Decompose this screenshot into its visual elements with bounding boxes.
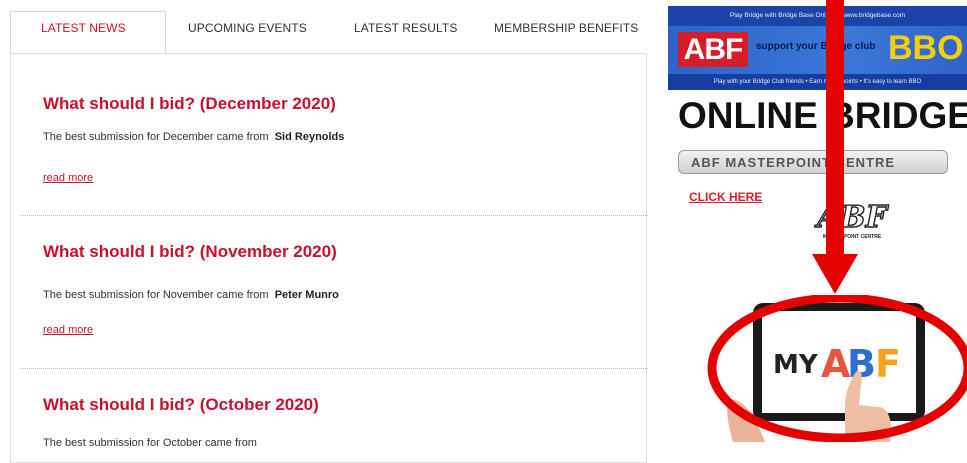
read-more-link[interactable]: read more — [43, 324, 93, 336]
tab-membership-benefits[interactable]: MEMBERSHIP BENEFITS — [494, 21, 638, 35]
masterpoint-centre-label: ABF MASTERPOINT CENTRE — [691, 155, 895, 170]
abf-masterpoint-logo[interactable]: ABF MASTERPOINT CENTRE — [802, 197, 902, 241]
news-item-title[interactable]: What should I bid? (November 2020) — [43, 242, 337, 262]
read-more-link[interactable]: read more — [43, 172, 93, 184]
news-item-title[interactable]: What should I bid? (December 2020) — [43, 94, 336, 114]
online-bridge-title[interactable]: ONLINE BRIDGE — [678, 95, 967, 137]
tab-upcoming-events[interactable]: UPCOMING EVENTS — [188, 21, 307, 35]
myabf-tablet-graphic: MY A B F — [707, 293, 967, 443]
news-item-summary: The best submission for December came fr… — [43, 131, 344, 143]
news-item-summary: The best submission for October came fro… — [43, 437, 257, 449]
tab-latest-news-label[interactable]: LATEST NEWS — [41, 21, 126, 35]
divider — [21, 368, 648, 369]
summary-text: The best submission for November came fr… — [43, 289, 269, 301]
myabf-tablet[interactable]: MY A B F — [695, 293, 967, 443]
ad-support-text: support your Bridge club — [756, 41, 876, 52]
myabf-my-text: MY — [773, 350, 819, 380]
abf-logo-box: ABF — [678, 32, 748, 67]
news-panel: LATEST NEWS UPCOMING EVENTS LATEST RESUL… — [10, 11, 648, 463]
divider — [21, 215, 648, 216]
winner-name: Sid Reynolds — [274, 131, 345, 143]
news-item-summary: The best submission for November came fr… — [43, 289, 339, 301]
news-list: What should I bid? (December 2020) The b… — [10, 53, 648, 463]
summary-text: The best submission for October came fro… — [43, 437, 257, 449]
myabf-f-text: F — [875, 342, 901, 386]
bbo-ad-banner[interactable]: Play Bridge with Bridge Base Online at w… — [668, 6, 967, 90]
summary-text: The best submission for December came fr… — [43, 131, 269, 143]
ad-top-line: Play Bridge with Bridge Base Online at w… — [668, 6, 967, 26]
annotation-arrow-shaft — [826, 0, 844, 256]
bbo-logo-text: BBO — [888, 29, 964, 67]
click-here-link[interactable]: CLICK HERE — [689, 190, 762, 204]
winner-name: Peter Munro — [274, 289, 339, 301]
tab-bar: LATEST NEWS UPCOMING EVENTS LATEST RESUL… — [10, 11, 647, 54]
ad-middle: ABF support your Bridge club BBO — [668, 26, 967, 74]
ad-bottom-line: Play with your Bridge Club friends • Ear… — [668, 74, 967, 90]
annotation-arrow-head-icon — [812, 254, 858, 294]
masterpoint-centre-bar[interactable]: ABF MASTERPOINT CENTRE — [678, 150, 948, 174]
news-item-title[interactable]: What should I bid? (October 2020) — [43, 395, 319, 415]
tab-latest-results[interactable]: LATEST RESULTS — [354, 21, 457, 35]
